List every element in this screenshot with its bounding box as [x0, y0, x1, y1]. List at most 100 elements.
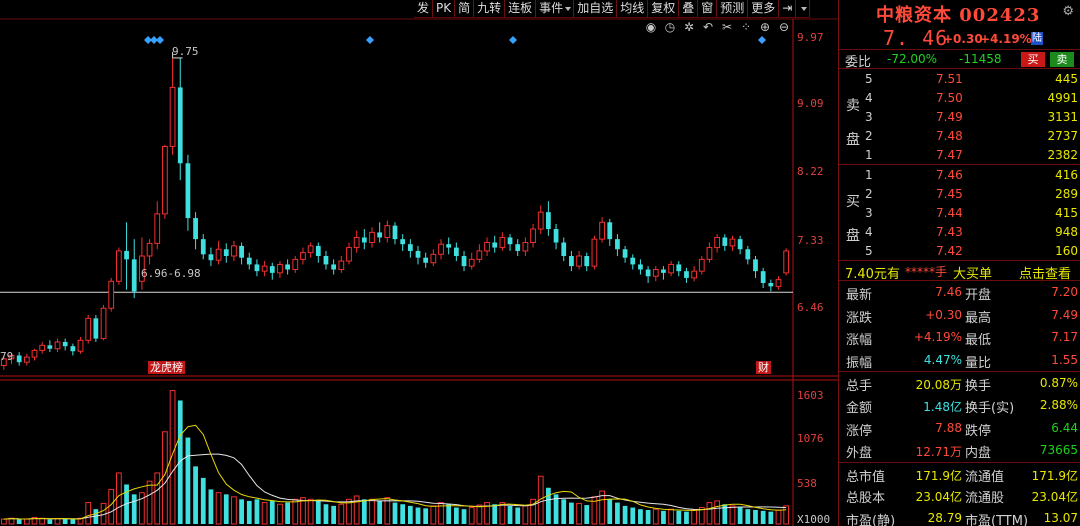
- stat-label-right: 流通值: [965, 469, 1005, 485]
- candle-body: [438, 243, 444, 255]
- zoom-out-icon[interactable]: ⊖: [776, 19, 792, 35]
- stat-row: 总市值 171.9亿 流通值 171.9亿: [839, 461, 1080, 485]
- stat-value-right: 0.87%: [1039, 376, 1078, 391]
- volume-bar: [546, 487, 551, 524]
- volume-bar: [729, 505, 736, 525]
- toolbar-jian-button[interactable]: 简: [455, 0, 475, 17]
- volume-bar: [753, 510, 758, 524]
- candle-body: [661, 269, 666, 273]
- stat-value-right: 7.49: [1051, 307, 1078, 322]
- volume-bar: [193, 466, 198, 524]
- candle-body: [537, 211, 544, 230]
- gear-icon[interactable]: ⚙: [1062, 4, 1074, 19]
- settings-icon[interactable]: ✲: [681, 19, 697, 35]
- ask-level: 3: [865, 110, 873, 124]
- candle-body: [499, 236, 506, 249]
- candle-body: [124, 250, 129, 260]
- stat-row: 涨停 7.88 跌停 6.44: [839, 417, 1080, 440]
- toolbar-window-button[interactable]: 窗: [698, 0, 718, 17]
- big-buy-view-link[interactable]: 点击查看: [1019, 263, 1071, 282]
- volume-bar: [638, 509, 643, 524]
- grid-icon[interactable]: ⁘: [738, 19, 754, 35]
- volume-axis-tick: 1603: [797, 389, 824, 402]
- ask-level: 5: [865, 72, 873, 86]
- stat-value-left: 7.88: [935, 420, 962, 435]
- candle-body: [446, 244, 452, 248]
- toolbar-fa-button[interactable]: 发: [414, 0, 434, 17]
- toolbar-more-button[interactable]: 更多: [748, 0, 780, 17]
- kline-chart[interactable]: [0, 0, 838, 526]
- volume-bar: [737, 507, 743, 524]
- toolbar-add-watchlist-button[interactable]: 加自选: [574, 0, 618, 17]
- ask-row[interactable]: 1 7.47 2382: [839, 145, 1080, 164]
- volume-bar: [446, 504, 452, 524]
- toolbar-pk-button[interactable]: PK: [433, 0, 456, 17]
- volume-bar: [116, 472, 122, 525]
- quote-stats: 最新 7.46 开盘 7.20 涨跌 +0.30 最高 7.49 涨幅 +4.19% 最低 7.17 振…: [839, 281, 1080, 526]
- toolbar-menu-dropdown[interactable]: [796, 0, 811, 17]
- candle-body: [254, 264, 260, 272]
- stat-row: 振幅 4.47% 量比 1.55: [839, 349, 1080, 372]
- ask-price: 7.51: [936, 72, 963, 86]
- bid-row[interactable]: 1 7.46 416: [839, 165, 1080, 184]
- volume-bar: [783, 505, 790, 525]
- ask-row[interactable]: 5 7.51 445: [839, 69, 1080, 88]
- toolbar-jiuzhuan-button[interactable]: 九转: [474, 0, 506, 17]
- volume-bar: [569, 502, 574, 524]
- stat-value-left: 20.08万: [915, 378, 962, 393]
- buy-button[interactable]: 买: [1021, 52, 1045, 67]
- financial-report-tag[interactable]: 财: [756, 361, 771, 374]
- candle-body: [453, 247, 459, 256]
- zoom-in-icon[interactable]: ⊕: [757, 19, 773, 35]
- bid-level: 5: [865, 244, 873, 258]
- stat-row: 金额 1.48亿 换手(实) 2.88%: [839, 394, 1080, 417]
- bid-row[interactable]: 3 7.44 415: [839, 203, 1080, 222]
- ask-row[interactable]: 3 7.49 3131: [839, 107, 1080, 126]
- candle-body: [484, 242, 490, 252]
- volume-bar: [430, 505, 437, 525]
- candle-body: [546, 212, 551, 230]
- volume-bar: [615, 502, 620, 524]
- order-ratio-label: 委比: [845, 55, 872, 70]
- volume-bar: [261, 502, 268, 525]
- candle-body: [261, 265, 268, 272]
- volume-bar: [584, 505, 590, 524]
- volume-bar: [23, 518, 30, 525]
- stat-value-right: 7.20: [1051, 285, 1078, 299]
- clock-icon[interactable]: ◷: [662, 19, 678, 35]
- toolbar-ma-button[interactable]: 均线: [617, 0, 649, 17]
- kline-chart-area[interactable]: 发 PK 简 九转 连板 事件 加自选 均线 复权 叠 窗 预测 更多 ⇥ ◉ …: [0, 0, 838, 526]
- candle-body: [607, 222, 613, 240]
- bid-level: 2: [865, 187, 873, 201]
- candle-body: [62, 341, 68, 347]
- ask-qty: 2737: [1047, 129, 1078, 143]
- candle-body: [737, 239, 743, 250]
- ask-row[interactable]: 4 7.50 4991: [839, 88, 1080, 107]
- toolbar-overlay-button[interactable]: 叠: [679, 0, 699, 17]
- toolbar-adjust-button[interactable]: 复权: [648, 0, 680, 17]
- stat-label-right: 跌停: [965, 423, 992, 439]
- volume-bar: [323, 504, 329, 524]
- eye-icon[interactable]: ◉: [643, 19, 659, 35]
- ask-row[interactable]: 2 7.48 2737: [839, 126, 1080, 145]
- toolbar-forecast-button[interactable]: 预测: [717, 0, 749, 17]
- bid-row[interactable]: 2 7.45 289: [839, 184, 1080, 203]
- volume-bar: [285, 502, 290, 524]
- candle-body: [760, 271, 766, 283]
- sell-button[interactable]: 卖: [1050, 52, 1074, 67]
- volume-bar: [223, 494, 229, 524]
- bid-row[interactable]: 4 7.43 948: [839, 222, 1080, 241]
- longhubang-tag[interactable]: 龙虎榜: [148, 361, 185, 374]
- scissors-icon[interactable]: ✂: [719, 19, 735, 35]
- bid-row[interactable]: 5 7.42 160: [839, 241, 1080, 260]
- toolbar-event-dropdown[interactable]: 事件: [536, 0, 575, 17]
- candle-body: [384, 225, 391, 238]
- toolbar-lianban-button[interactable]: 连板: [505, 0, 537, 17]
- volume-bar: [62, 519, 68, 524]
- candle-body: [193, 218, 198, 240]
- toolbar-pin-icon[interactable]: ⇥: [779, 0, 797, 17]
- undo-icon[interactable]: ↶: [700, 19, 716, 35]
- ask-level: 2: [865, 129, 873, 143]
- stat-label-right: 最低: [965, 333, 992, 349]
- candle-body: [154, 213, 161, 244]
